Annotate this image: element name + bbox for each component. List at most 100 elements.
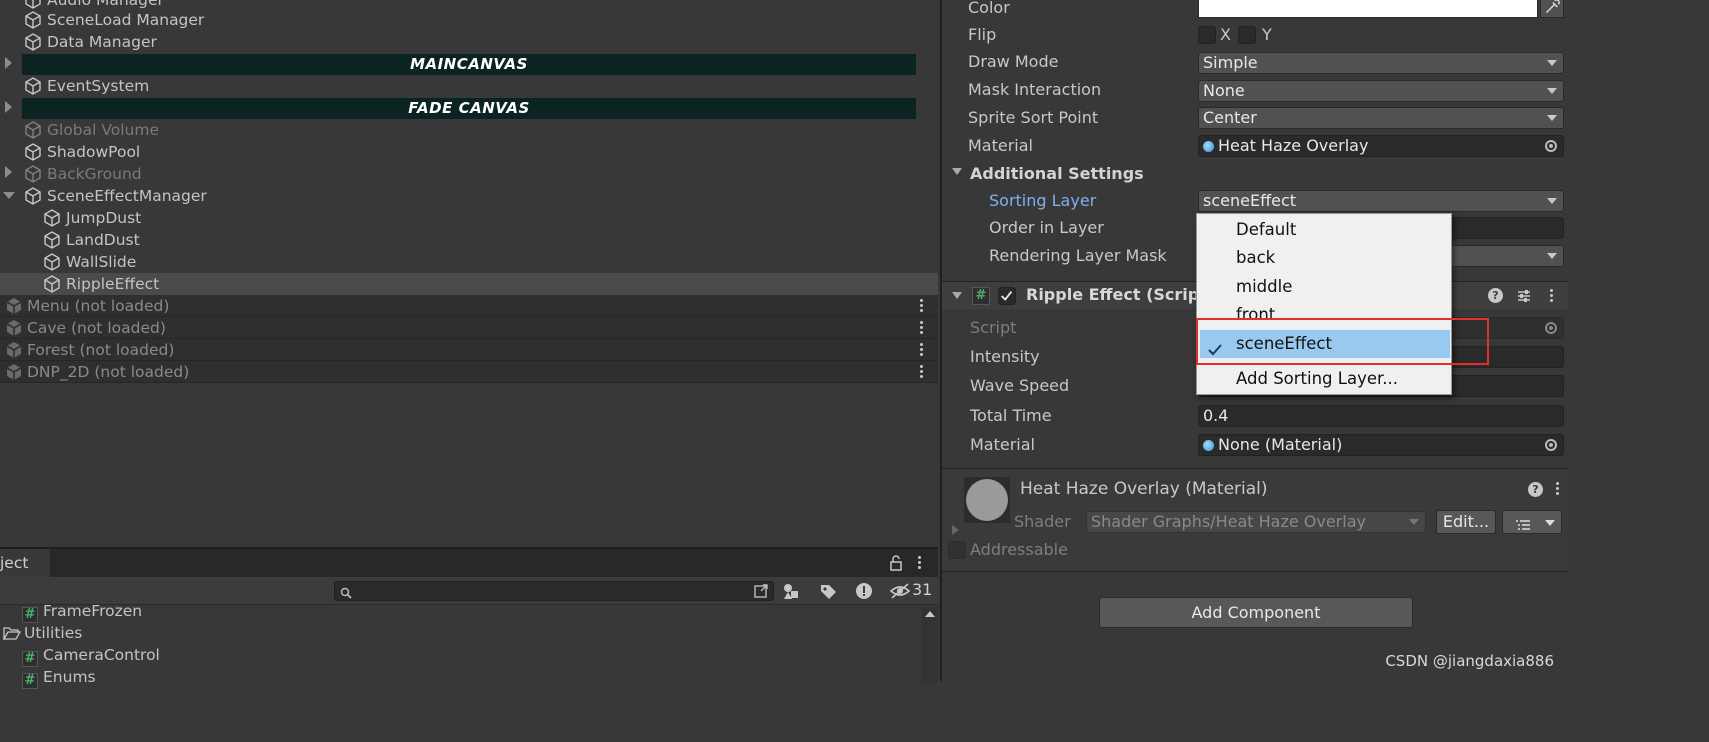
lock-icon[interactable] bbox=[888, 555, 904, 571]
expand-arrow-icon[interactable] bbox=[5, 101, 12, 113]
hierarchy-item-label: RippleEffect bbox=[66, 275, 160, 293]
hierarchy-item[interactable]: SceneEffectManager bbox=[0, 185, 938, 207]
hierarchy-item-fade-canvas[interactable]: FADE CANVAS bbox=[0, 98, 938, 120]
field-label: Rendering Layer Mask bbox=[989, 246, 1167, 265]
hierarchy-item[interactable]: SceneLoad Manager bbox=[0, 9, 938, 31]
dropdown-value: Shader Graphs/Heat Haze Overlay bbox=[1091, 512, 1366, 531]
field-label: Mask Interaction bbox=[968, 80, 1102, 99]
hierarchy-item[interactable]: EventSystem bbox=[0, 75, 938, 97]
shader-options-button[interactable] bbox=[1502, 510, 1562, 534]
more-options-icon[interactable] bbox=[1550, 289, 1554, 303]
search-input[interactable] bbox=[334, 581, 774, 601]
search-by-type-icon[interactable] bbox=[753, 583, 769, 599]
scene-row[interactable]: DNP_2D (not loaded) bbox=[0, 361, 938, 383]
more-options-icon[interactable] bbox=[920, 365, 924, 379]
ripple-material-object-field[interactable]: None (Material) bbox=[1198, 434, 1564, 456]
search-by-label-button[interactable] bbox=[812, 579, 844, 603]
menu-item[interactable]: Default bbox=[1197, 216, 1451, 244]
help-icon[interactable]: ? bbox=[1528, 482, 1543, 497]
unity-scene-icon bbox=[5, 341, 23, 359]
more-options-icon[interactable] bbox=[920, 299, 924, 313]
object-picker-icon[interactable] bbox=[1537, 435, 1563, 455]
addressable-checkbox[interactable] bbox=[948, 541, 966, 559]
eyedropper-icon[interactable] bbox=[1540, 0, 1564, 18]
more-options-icon[interactable] bbox=[918, 556, 922, 570]
edit-shader-button[interactable]: Edit... bbox=[1436, 510, 1496, 534]
collapse-arrow-icon[interactable] bbox=[3, 192, 15, 199]
scene-row[interactable]: Cave (not loaded) bbox=[0, 317, 938, 339]
hierarchy-item[interactable]: ShadowPool bbox=[0, 141, 938, 163]
more-options-icon[interactable] bbox=[920, 321, 924, 335]
hidden-packages-button[interactable]: 31 bbox=[886, 579, 936, 603]
add-component-button[interactable]: Add Component bbox=[1099, 597, 1413, 628]
mask-interaction-dropdown[interactable]: None bbox=[1198, 80, 1564, 102]
flip-y-checkbox[interactable] bbox=[1238, 26, 1256, 44]
expand-arrow-icon[interactable] bbox=[952, 525, 959, 535]
hierarchy-item[interactable]: Global Volume bbox=[0, 119, 938, 141]
hierarchy-item-label: EventSystem bbox=[47, 77, 150, 95]
chevron-down-icon bbox=[1545, 520, 1555, 526]
project-item[interactable]: # FrameFrozen bbox=[22, 600, 142, 623]
gameobject-cube-icon bbox=[43, 209, 61, 227]
chevron-down-icon bbox=[1547, 253, 1557, 259]
hierarchy-item[interactable]: WallSlide bbox=[0, 251, 938, 273]
menu-item-add-sorting-layer[interactable]: Add Sorting Layer... bbox=[1197, 365, 1451, 393]
expand-arrow-icon[interactable] bbox=[5, 166, 12, 178]
menu-item[interactable]: middle bbox=[1197, 273, 1451, 301]
scroll-up-arrow-icon[interactable] bbox=[925, 611, 935, 617]
expand-arrow-icon[interactable] bbox=[5, 57, 12, 69]
hierarchy-item-label: SceneLoad Manager bbox=[47, 11, 205, 29]
menu-item[interactable]: back bbox=[1197, 244, 1451, 272]
foldout-label[interactable]: Additional Settings bbox=[970, 163, 1144, 185]
watermark: CSDN @jiangdaxia886 bbox=[1385, 652, 1554, 670]
hierarchy-item-label: Global Volume bbox=[47, 121, 160, 139]
search-by-type-button[interactable] bbox=[776, 579, 808, 603]
addressable-label: Addressable bbox=[970, 540, 1068, 559]
scene-row[interactable]: Menu (not loaded) bbox=[0, 295, 938, 317]
hierarchy-item-selected[interactable]: RippleEffect bbox=[0, 273, 938, 295]
total-time-input[interactable]: 0.4 bbox=[1198, 405, 1564, 427]
help-icon[interactable]: ? bbox=[1488, 288, 1503, 303]
material-object-field[interactable]: Heat Haze Overlay bbox=[1198, 135, 1564, 157]
chevron-down-icon bbox=[1547, 115, 1557, 121]
menu-item-label: sceneEffect bbox=[1236, 334, 1332, 353]
draw-mode-dropdown[interactable]: Simple bbox=[1198, 52, 1564, 74]
hierarchy-item-maincanvas[interactable]: MAINCANVAS bbox=[0, 54, 938, 76]
hierarchy-item[interactable]: LandDust bbox=[0, 229, 938, 251]
unity-scene-icon bbox=[5, 297, 23, 315]
collapse-arrow-icon[interactable] bbox=[952, 168, 962, 175]
project-item[interactable]: # CameraControl bbox=[22, 644, 160, 667]
hierarchy-item-label: SceneEffectManager bbox=[47, 187, 207, 205]
more-options-icon[interactable] bbox=[920, 343, 924, 357]
hierarchy-item[interactable]: JumpDust bbox=[0, 207, 938, 229]
color-swatch[interactable] bbox=[1198, 0, 1538, 18]
scene-row-label: DNP_2D (not loaded) bbox=[27, 363, 190, 381]
gameobject-cube-icon bbox=[43, 231, 61, 249]
flip-x-checkbox[interactable] bbox=[1198, 26, 1216, 44]
menu-item[interactable]: front bbox=[1197, 301, 1451, 329]
hierarchy-item[interactable]: Data Manager bbox=[0, 31, 938, 53]
shader-dropdown[interactable]: Shader Graphs/Heat Haze Overlay bbox=[1086, 511, 1426, 533]
sorting-layer-dropdown[interactable]: sceneEffect bbox=[1198, 190, 1564, 212]
collapse-arrow-icon[interactable] bbox=[952, 292, 962, 299]
hierarchy-item[interactable]: BackGround bbox=[0, 163, 938, 185]
presets-icon[interactable] bbox=[1516, 288, 1532, 304]
project-item[interactable]: # Enums bbox=[22, 666, 96, 689]
chevron-down-icon bbox=[1547, 60, 1557, 66]
more-options-icon[interactable] bbox=[1556, 482, 1560, 496]
warning-filter-icon[interactable] bbox=[848, 579, 880, 603]
hierarchy-item-label: LandDust bbox=[66, 231, 140, 249]
script-icon: # bbox=[22, 607, 38, 623]
object-field-value: Heat Haze Overlay bbox=[1218, 136, 1369, 155]
tab-project[interactable]: ject bbox=[0, 549, 50, 577]
sorting-layer-menu: Default back middle front sceneEffect Ad… bbox=[1196, 213, 1452, 395]
sprite-sort-point-dropdown[interactable]: Center bbox=[1198, 107, 1564, 129]
scene-row[interactable]: Forest (not loaded) bbox=[0, 339, 938, 361]
component-enabled-checkbox[interactable] bbox=[998, 287, 1016, 305]
scrollbar[interactable] bbox=[922, 607, 938, 683]
field-label: Sorting Layer bbox=[989, 191, 1097, 210]
object-picker-icon[interactable] bbox=[1537, 136, 1563, 156]
field-label: Flip bbox=[968, 25, 997, 44]
menu-item-selected[interactable]: sceneEffect bbox=[1200, 330, 1450, 358]
project-item[interactable]: Utilities bbox=[2, 622, 82, 644]
